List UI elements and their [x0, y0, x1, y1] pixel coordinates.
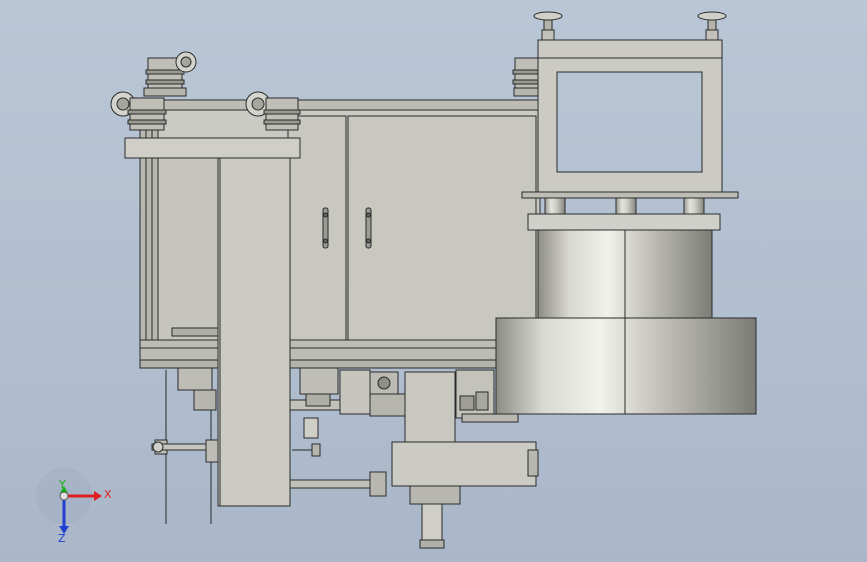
- handwheel-rod: [151, 367, 219, 524]
- door-handle: [322, 207, 329, 249]
- x-axis-label: X: [104, 488, 112, 501]
- cabinet-side-section: [157, 155, 221, 341]
- door-handle: [365, 207, 372, 249]
- leveling-foot: [697, 11, 727, 43]
- y-axis-label: Y: [58, 478, 66, 491]
- machine-assembly-drawing: X Y Z: [36, 11, 757, 549]
- caster-wheel: [110, 91, 167, 131]
- upper-cylinder: [537, 229, 713, 319]
- vertical-column: [217, 157, 291, 507]
- coordinate-triad: X Y Z: [36, 468, 112, 545]
- bearing-block: [292, 367, 339, 457]
- cabinet-door-right: [347, 115, 537, 341]
- cad-viewport[interactable]: X Y Z: [0, 0, 867, 562]
- lower-cylinder: [495, 317, 757, 415]
- top-frame: [537, 39, 723, 193]
- caster-mount-plate: [124, 137, 301, 159]
- support-post: [544, 197, 705, 215]
- gearbox: [339, 369, 411, 417]
- z-axis-label: Z: [58, 532, 66, 545]
- frame-base-plate: [521, 191, 739, 199]
- linear-guide: [409, 485, 461, 549]
- cylinder-cap: [527, 213, 721, 231]
- leveling-foot: [533, 11, 563, 43]
- caster-wheel: [143, 51, 197, 97]
